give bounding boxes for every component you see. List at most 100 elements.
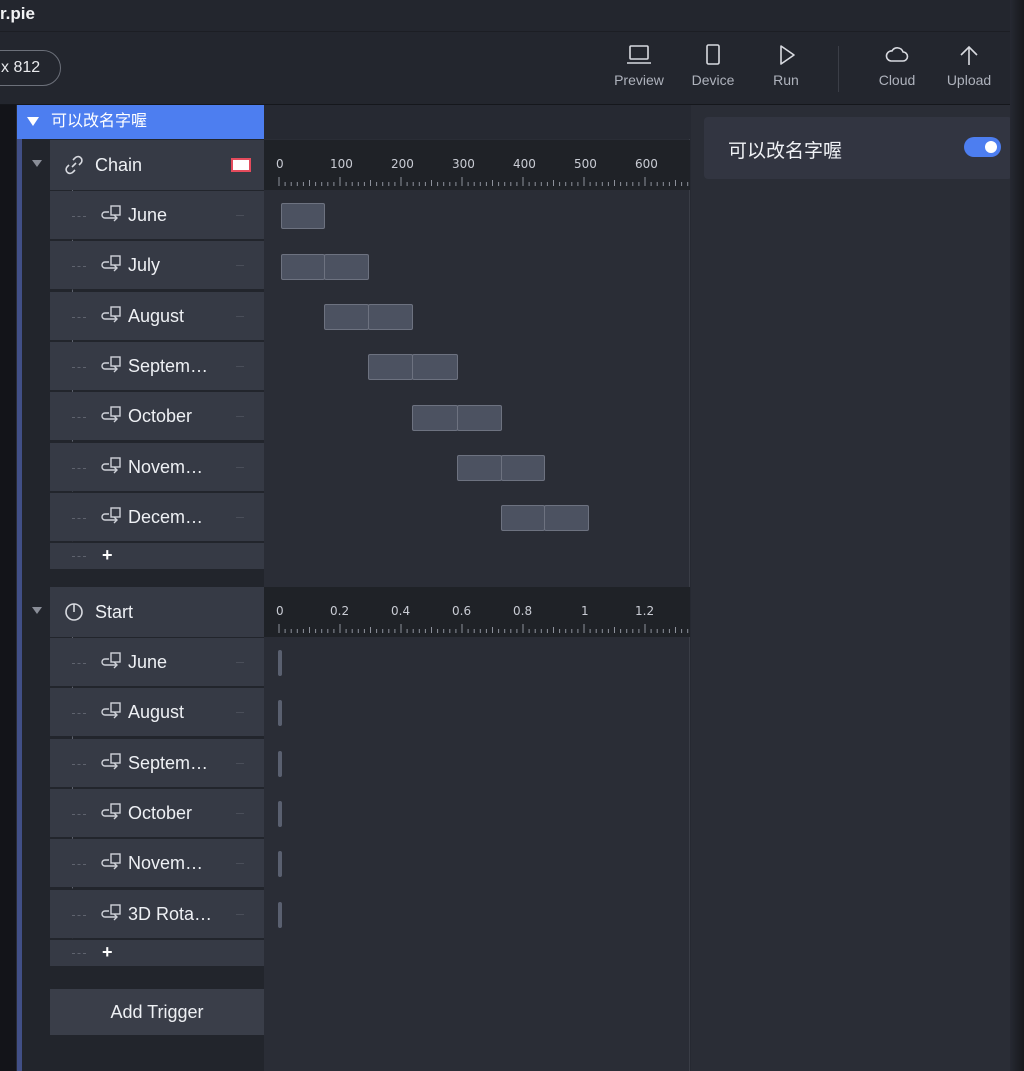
ruler-tick-label: 0: [276, 604, 284, 618]
collapse-triangle-icon[interactable]: [27, 117, 39, 126]
timeline-bar[interactable]: [281, 203, 325, 229]
trigger-item-icon: [101, 652, 121, 669]
trigger-item-label: October: [128, 803, 193, 823]
ruler-tick-label: 0.2: [330, 604, 350, 618]
link-icon: [65, 155, 83, 175]
ruler-tick-label: 0.8: [513, 604, 533, 618]
trigger-item-label: August: [128, 306, 185, 326]
timeline-bar[interactable]: [324, 304, 369, 330]
ruler-tick-label: 400: [513, 157, 536, 171]
trigger-item-label: Septem…: [128, 356, 209, 376]
trigger-item-august[interactable]: August: [50, 688, 264, 736]
trigger-item-label: August: [128, 702, 185, 722]
timeline-bar[interactable]: [501, 455, 545, 481]
preview-label: Preview: [614, 72, 664, 88]
trigger-item-november[interactable]: Novem…: [50, 839, 264, 887]
timeline-top-strip: [264, 105, 690, 139]
timeline-bar[interactable]: [278, 700, 282, 726]
tree-branch: [72, 713, 86, 714]
timeline-bar[interactable]: [457, 455, 502, 481]
window-edge-shadow: [1010, 0, 1024, 1071]
trigger-item-december[interactable]: Decem…: [50, 493, 264, 541]
color-chip[interactable]: [231, 158, 251, 172]
timeline-bar[interactable]: [501, 505, 545, 531]
ruler-ticks: [278, 624, 689, 633]
tree-branch: [72, 953, 86, 954]
add-trigger-button[interactable]: Add Trigger: [50, 989, 264, 1035]
trigger-item-label: July: [128, 255, 161, 275]
trigger-item-icon: [101, 356, 121, 373]
timeline-bar[interactable]: [324, 254, 369, 280]
tree-branch: [72, 814, 86, 815]
trigger-item-label: Septem…: [128, 753, 209, 773]
chain-collapse-icon[interactable]: [32, 160, 42, 167]
trigger-item-october[interactable]: October: [50, 392, 264, 440]
start-collapse-icon[interactable]: [32, 607, 42, 614]
tree-branch: [72, 317, 86, 318]
trigger-item-icon: [101, 753, 121, 770]
cloud-button[interactable]: Cloud: [865, 44, 929, 98]
preview-button[interactable]: Preview: [607, 44, 671, 98]
upload-label: Upload: [946, 72, 992, 88]
device-button[interactable]: Device: [681, 44, 745, 98]
timeline-bar[interactable]: [278, 650, 282, 676]
timeline-bar[interactable]: [368, 304, 413, 330]
row-handle: [236, 914, 244, 915]
trigger-item-icon: [101, 457, 121, 474]
run-button[interactable]: Run: [754, 44, 818, 98]
timeline-bar[interactable]: [278, 751, 282, 777]
toolbar-divider: [838, 46, 839, 92]
tree-branch: [72, 417, 86, 418]
trigger-item-september[interactable]: Septem…: [50, 739, 264, 787]
timeline-bar[interactable]: [412, 354, 458, 380]
trigger-item-june[interactable]: June: [50, 191, 264, 239]
trigger-item-june[interactable]: June: [50, 638, 264, 686]
play-icon: [780, 45, 795, 65]
cloud-label: Cloud: [878, 72, 916, 88]
tree-branch: [72, 556, 86, 557]
trigger-item-september[interactable]: Septem…: [50, 342, 264, 390]
group-header[interactable]: 可以改名字喔: [17, 105, 264, 139]
ruler-ticks: [278, 177, 689, 186]
properties-panel: [691, 105, 1024, 1071]
power-icon: [65, 603, 83, 621]
group-enabled-toggle[interactable]: [964, 137, 1001, 157]
trigger-item-label: June: [128, 652, 168, 672]
timeline-bar[interactable]: [544, 505, 589, 531]
trigger-item-icon: [101, 406, 121, 423]
timeline-bar[interactable]: [278, 851, 282, 877]
device-label: Device: [691, 72, 735, 88]
trigger-item-label: Novem…: [128, 853, 204, 873]
row-handle: [236, 215, 244, 216]
timeline-bar[interactable]: [368, 354, 413, 380]
trigger-item-label: Novem…: [128, 457, 204, 477]
ruler-tick-label: 1: [581, 604, 589, 618]
timeline-bar[interactable]: [457, 405, 502, 431]
tree-branch: [72, 518, 86, 519]
window-title: r.pie: [0, 4, 35, 23]
group-selection-bar: [17, 138, 22, 1071]
chain-trigger-header[interactable]: Chain: [50, 140, 264, 190]
left-edge-strip: [0, 105, 16, 1071]
trigger-item-november[interactable]: Novem…: [50, 443, 264, 491]
tree-branch: [72, 764, 86, 765]
upload-button[interactable]: Upload: [937, 44, 1001, 98]
canvas-size-pill[interactable]: x 812: [0, 50, 61, 86]
trigger-item-label: June: [128, 205, 168, 225]
timeline-bar[interactable]: [281, 254, 325, 280]
laptop-icon: [627, 45, 651, 64]
ruler-tick-label: 600: [635, 157, 658, 171]
trigger-item-july[interactable]: July: [50, 241, 264, 289]
toggle-knob: [985, 141, 997, 153]
trigger-item-october[interactable]: October: [50, 789, 264, 837]
timeline-bar[interactable]: [278, 902, 282, 928]
trigger-item-label: 3D Rota…: [128, 904, 213, 924]
run-label: Run: [773, 72, 799, 88]
trigger-item-3d-rotate[interactable]: 3D Rota…: [50, 890, 264, 938]
trigger-item-august[interactable]: August: [50, 292, 264, 340]
tree-branch: [72, 915, 86, 916]
start-trigger-header[interactable]: Start: [50, 587, 264, 637]
timeline-bar[interactable]: [278, 801, 282, 827]
timeline-bar[interactable]: [412, 405, 458, 431]
row-handle: [236, 366, 244, 367]
